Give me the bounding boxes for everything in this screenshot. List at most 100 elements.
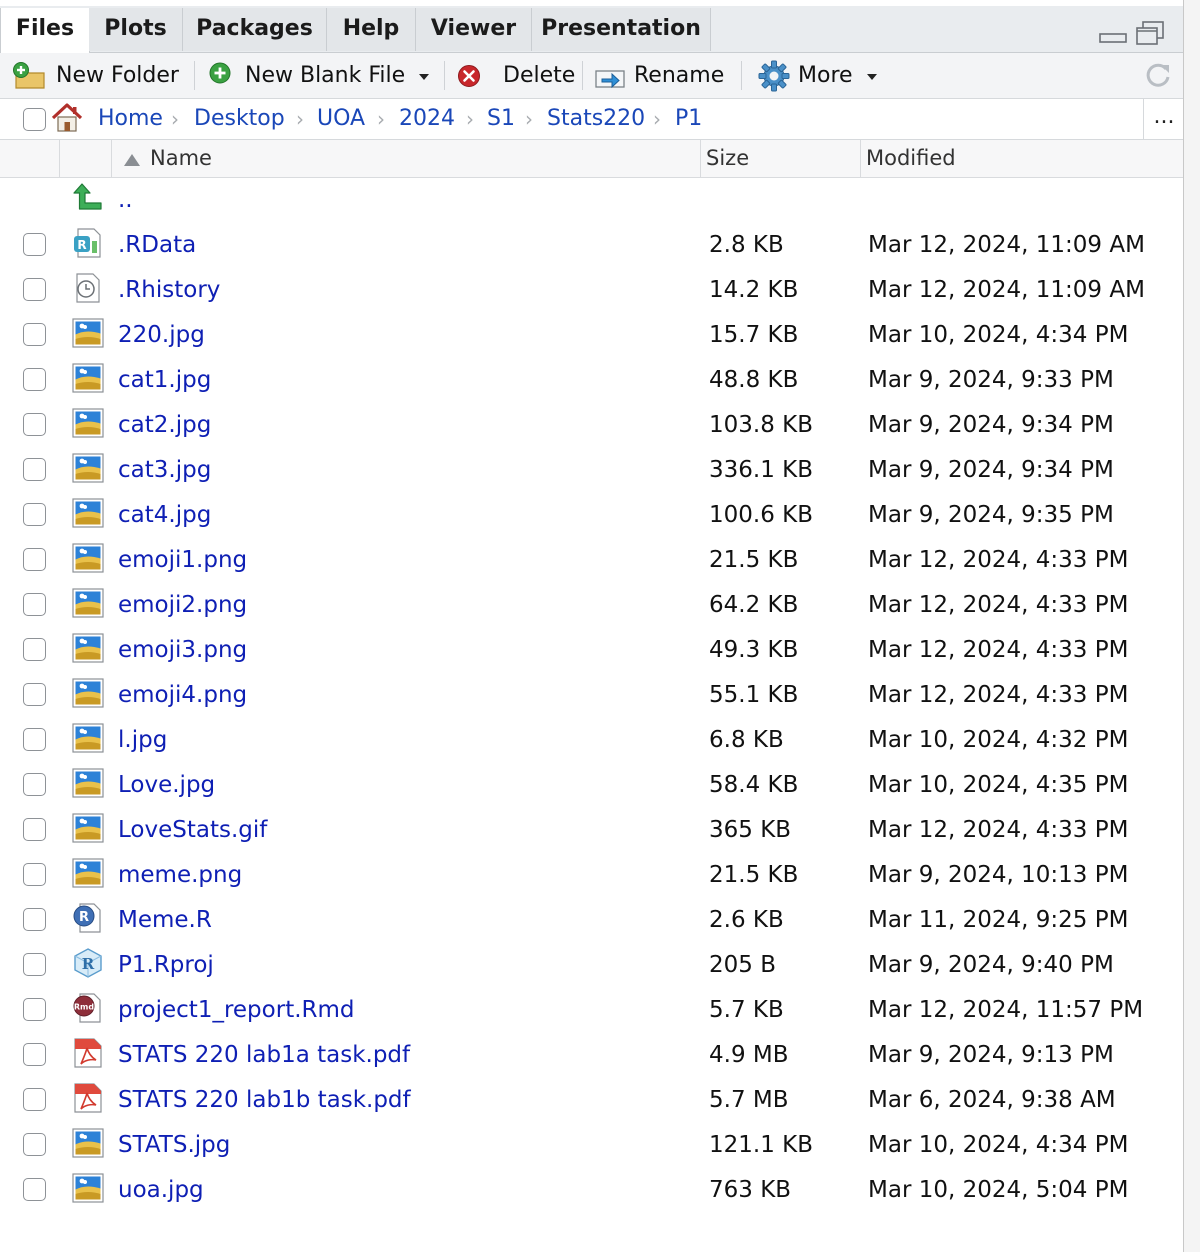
minimize-pane-icon[interactable] [1098,26,1128,50]
row-checkbox[interactable] [23,548,46,571]
file-row[interactable]: uoa.jpg 763 KB Mar 10, 2024, 5:04 PM [0,1168,1183,1213]
file-name-link[interactable]: emoji2.png [118,583,247,628]
chevron-right-icon: › [171,107,179,131]
refresh-icon[interactable] [1142,59,1174,95]
file-row[interactable]: emoji4.png 55.1 KB Mar 12, 2024, 4:33 PM [0,673,1183,718]
file-name-link[interactable]: l.jpg [118,718,167,763]
row-checkbox[interactable] [23,1043,46,1066]
file-row[interactable]: l.jpg 6.8 KB Mar 10, 2024, 4:32 PM [0,718,1183,763]
more-button[interactable]: More [758,53,877,98]
row-checkbox[interactable] [23,683,46,706]
row-checkbox[interactable] [23,593,46,616]
row-checkbox[interactable] [23,233,46,256]
file-row[interactable]: STATS 220 lab1a task.pdf 4.9 MB Mar 9, 202… [0,1033,1183,1078]
row-checkbox[interactable] [23,458,46,481]
column-name[interactable]: Name [150,140,212,177]
row-checkbox[interactable] [23,638,46,661]
file-row[interactable]: R P1.Rproj 205 B Mar 9, 2024, 9:40 PM [0,943,1183,988]
row-checkbox[interactable] [23,863,46,886]
row-checkbox[interactable] [23,818,46,841]
tab-plots[interactable]: Plots [89,8,183,51]
breadcrumb-uoa[interactable]: UOA [317,99,365,139]
file-row[interactable]: R Meme.R 2.6 KB Mar 11, 2024, 9:25 PM [0,898,1183,943]
tab-files[interactable]: Files [0,8,90,53]
file-name-link[interactable]: meme.png [118,853,242,898]
file-size: 6.8 KB [709,727,784,753]
file-row[interactable]: cat4.jpg 100.6 KB Mar 9, 2024, 9:35 PM [0,493,1183,538]
row-checkbox[interactable] [23,503,46,526]
row-checkbox[interactable] [23,953,46,976]
tab-presentation[interactable]: Presentation [532,8,711,51]
file-name-link[interactable]: cat2.jpg [118,403,211,448]
file-name-link[interactable]: cat1.jpg [118,358,211,403]
row-checkbox[interactable] [23,368,46,391]
rename-button[interactable]: Rename [594,53,724,98]
file-name-link[interactable]: Meme.R [118,898,212,943]
file-row[interactable]: emoji1.png 21.5 KB Mar 12, 2024, 4:33 PM [0,538,1183,583]
file-name-link[interactable]: uoa.jpg [118,1168,204,1213]
file-name-link[interactable]: cat4.jpg [118,493,211,538]
go-to-directory-button[interactable]: ... [1143,99,1183,139]
row-checkbox[interactable] [23,773,46,796]
row-checkbox[interactable] [23,998,46,1021]
scrollbar-track[interactable] [1184,0,1200,1252]
file-name-link[interactable]: .Rhistory [118,268,220,313]
file-name-link[interactable]: LoveStats.gif [118,808,267,853]
file-row[interactable]: cat3.jpg 336.1 KB Mar 9, 2024, 9:34 PM [0,448,1183,493]
file-row[interactable]: R .RData 2.8 KB Mar 12, 2024, 11:09 AM [0,223,1183,268]
column-modified[interactable]: Modified [866,140,956,177]
breadcrumb-p1[interactable]: P1 [675,99,702,139]
breadcrumb-home[interactable]: Home [98,99,163,139]
file-name-link[interactable]: Love.jpg [118,763,215,808]
breadcrumb-stats220[interactable]: Stats220 [547,99,645,139]
file-name-link[interactable]: cat3.jpg [118,448,211,493]
image-file-icon [72,587,104,619]
select-all-checkbox[interactable] [23,108,46,131]
file-name-link[interactable]: 220.jpg [118,313,205,358]
row-checkbox[interactable] [23,278,46,301]
file-row[interactable]: cat2.jpg 103.8 KB Mar 9, 2024, 9:34 PM [0,403,1183,448]
file-row[interactable]: STATS.jpg 121.1 KB Mar 10, 2024, 4:34 PM [0,1123,1183,1168]
breadcrumb-desktop[interactable]: Desktop [194,99,285,139]
file-name-link[interactable]: emoji1.png [118,538,247,583]
file-name-link[interactable]: emoji3.png [118,628,247,673]
file-row[interactable]: cat1.jpg 48.8 KB Mar 9, 2024, 9:33 PM [0,358,1183,403]
file-row[interactable]: 220.jpg 15.7 KB Mar 10, 2024, 4:34 PM [0,313,1183,358]
row-checkbox[interactable] [23,728,46,751]
breadcrumb-2024[interactable]: 2024 [399,99,455,139]
file-name-link[interactable]: P1.Rproj [118,943,214,988]
parent-directory-row[interactable]: .. [0,178,1183,223]
file-row[interactable]: Rmd project1_report.Rmd 5.7 KB Mar 12, 2024… [0,988,1183,1033]
image-file-icon [72,542,104,574]
file-name-link[interactable]: STATS 220 lab1b task.pdf [118,1078,411,1123]
file-row[interactable]: emoji3.png 49.3 KB Mar 12, 2024, 4:33 PM [0,628,1183,673]
new-blank-file-button[interactable]: New Blank File [207,53,430,98]
row-checkbox[interactable] [23,1133,46,1156]
delete-button[interactable]: Delete [457,53,575,98]
column-size[interactable]: Size [706,140,749,177]
file-name-link[interactable]: .RData [118,223,196,268]
new-folder-button[interactable]: New Folder [12,53,179,98]
file-row[interactable]: meme.png 21.5 KB Mar 9, 2024, 10:13 PM [0,853,1183,898]
tab-viewer[interactable]: Viewer [416,8,532,51]
file-name-link[interactable]: STATS.jpg [118,1123,230,1168]
file-name-link[interactable]: emoji4.png [118,673,247,718]
parent-directory-link[interactable]: .. [118,178,133,223]
file-name-link[interactable]: STATS 220 lab1a task.pdf [118,1033,410,1078]
row-checkbox[interactable] [23,1088,46,1111]
file-name-link[interactable]: project1_report.Rmd [118,988,355,1033]
file-row[interactable]: Love.jpg 58.4 KB Mar 10, 2024, 4:35 PM [0,763,1183,808]
row-checkbox[interactable] [23,413,46,436]
home-icon[interactable] [50,102,84,138]
file-row[interactable]: .Rhistory 14.2 KB Mar 12, 2024, 11:09 AM [0,268,1183,313]
file-row[interactable]: STATS 220 lab1b task.pdf 5.7 MB Mar 6, 202… [0,1078,1183,1123]
row-checkbox[interactable] [23,908,46,931]
file-row[interactable]: LoveStats.gif 365 KB Mar 12, 2024, 4:33 PM [0,808,1183,853]
maximize-pane-icon[interactable] [1134,20,1166,52]
tab-packages[interactable]: Packages [183,8,327,51]
row-checkbox[interactable] [23,323,46,346]
tab-help[interactable]: Help [327,8,416,51]
breadcrumb-s1[interactable]: S1 [487,99,515,139]
row-checkbox[interactable] [23,1178,46,1201]
file-row[interactable]: emoji2.png 64.2 KB Mar 12, 2024, 4:33 PM [0,583,1183,628]
